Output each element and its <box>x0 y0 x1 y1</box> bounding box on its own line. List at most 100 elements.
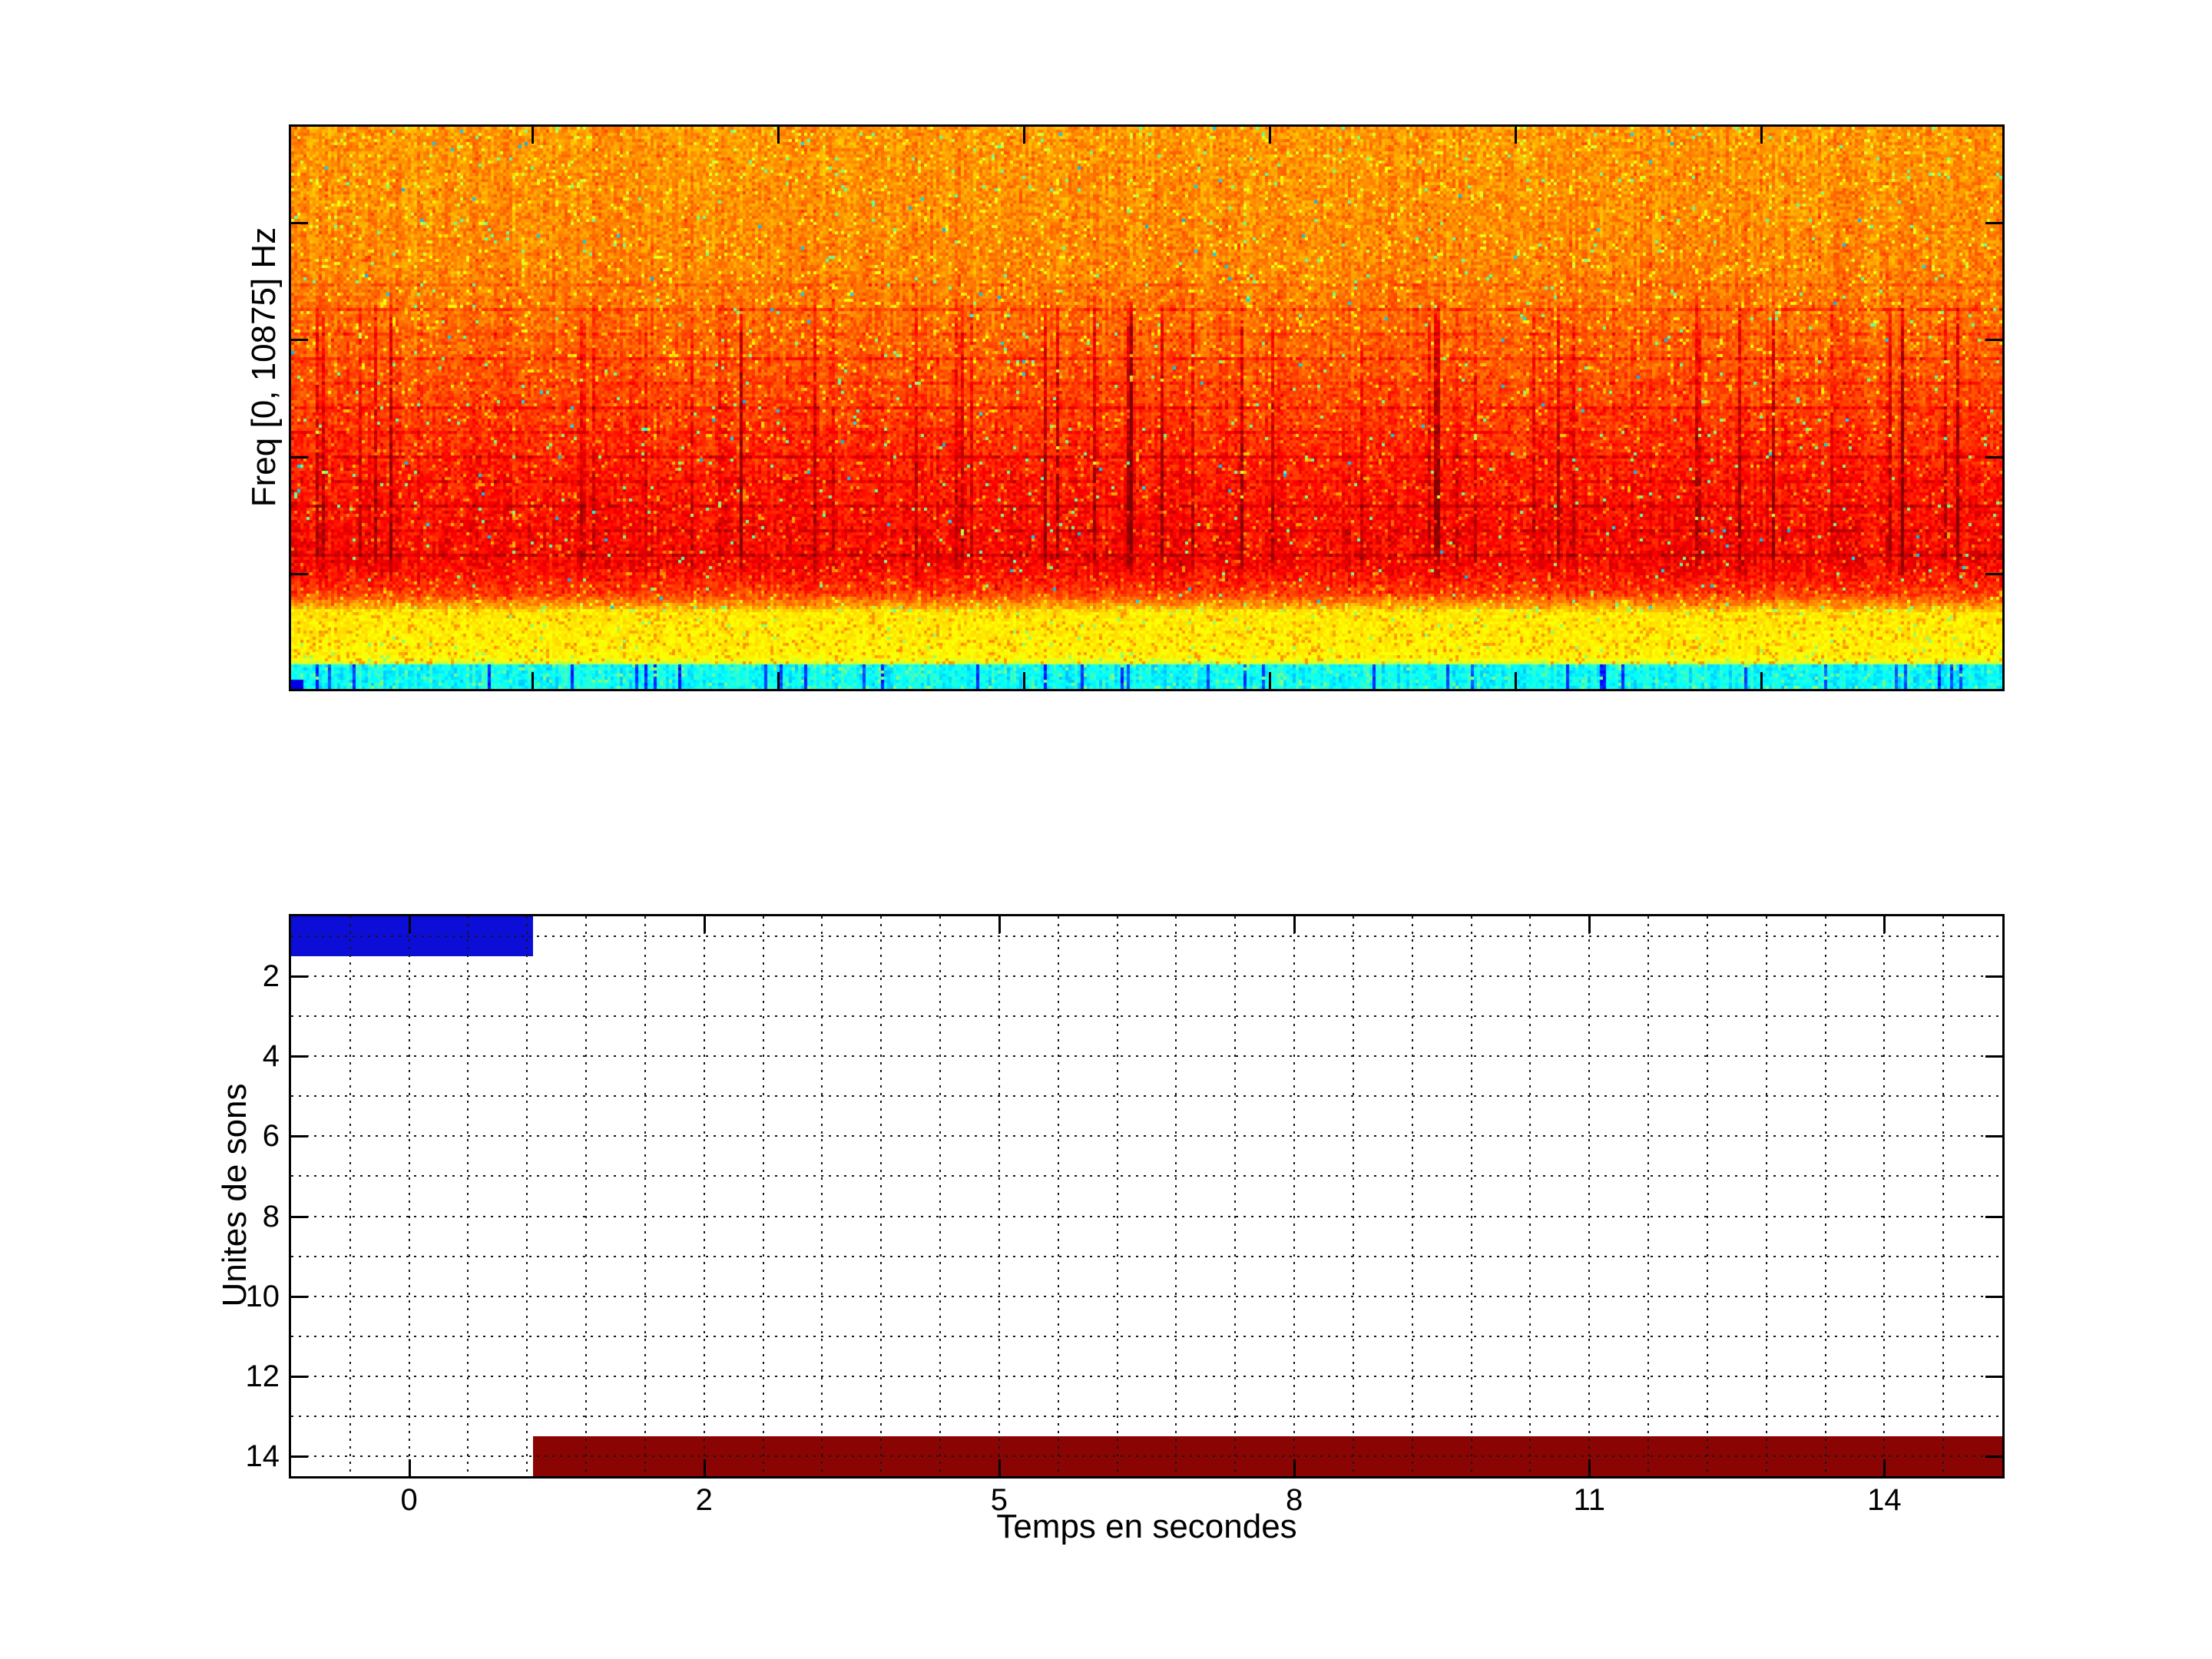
tick-mark <box>1985 1376 2002 1378</box>
tick-mark <box>998 1459 1001 1476</box>
tick-mark <box>291 1455 308 1458</box>
x-tick-label: 8 <box>1285 1483 1303 1517</box>
tick-mark <box>291 1055 308 1058</box>
tick-mark <box>291 456 308 459</box>
tick-mark <box>777 127 780 144</box>
grid-line-horizontal <box>291 1416 2002 1417</box>
tick-mark <box>409 916 411 933</box>
spectrogram-ylabel: Freq [0, 10875] Hz <box>245 227 283 508</box>
grid-line-vertical <box>1234 916 1236 1476</box>
grid-line-vertical <box>1117 916 1118 1476</box>
grid-line-vertical <box>1412 916 1413 1476</box>
x-tick-label: 5 <box>990 1483 1008 1517</box>
y-tick-label: 14 <box>245 1439 280 1473</box>
spectrogram-plot <box>289 124 2005 691</box>
bar-xlabel: Temps en secondes <box>996 1508 1297 1545</box>
tick-mark <box>291 222 308 224</box>
grid-line-vertical <box>467 916 469 1476</box>
grid-line-vertical <box>1766 916 1767 1476</box>
bar-axes-border <box>289 914 2005 1479</box>
tick-mark <box>1588 1459 1591 1476</box>
tick-mark <box>1985 1216 2002 1218</box>
x-tick-label: 11 <box>1573 1483 1605 1517</box>
grid-line-vertical <box>821 916 823 1476</box>
x-tick-label: 2 <box>695 1483 713 1517</box>
grid-line-horizontal <box>291 1256 2002 1257</box>
tick-mark <box>1515 672 1517 689</box>
grid-line-vertical <box>1942 916 1944 1476</box>
tick-mark <box>704 1459 706 1476</box>
matlab-figure: Freq [0, 10875] Hz Unites de sons Temps … <box>0 0 2212 1659</box>
grid-line-horizontal <box>291 1336 2002 1337</box>
tick-mark <box>409 1459 411 1476</box>
y-tick-label: 12 <box>245 1359 280 1393</box>
grid-line-vertical <box>1175 916 1177 1476</box>
grid-line-vertical <box>585 916 587 1476</box>
grid-line-vertical <box>1058 916 1059 1476</box>
grid-line-vertical <box>1647 916 1649 1476</box>
grid-line-horizontal <box>291 975 2002 977</box>
tick-mark <box>1985 456 2002 459</box>
tick-mark <box>1023 672 1025 689</box>
grid-line-vertical <box>939 916 941 1476</box>
tick-mark <box>291 975 308 978</box>
grid-line-horizontal <box>291 1175 2002 1177</box>
tick-mark <box>704 916 706 933</box>
grid-line-horizontal <box>291 1376 2002 1377</box>
tick-mark <box>531 672 534 689</box>
tick-mark <box>1985 1455 2002 1458</box>
tick-mark <box>1985 222 2002 224</box>
tick-mark <box>1985 1135 2002 1137</box>
grid-line-vertical <box>409 916 410 1476</box>
tick-mark <box>291 1376 308 1378</box>
tick-mark <box>1883 1459 1886 1476</box>
grid-line-vertical <box>763 916 764 1476</box>
y-tick-label: 2 <box>262 959 280 994</box>
grid-line-vertical <box>1588 916 1590 1476</box>
grid-line-vertical <box>644 916 646 1476</box>
grid-line-vertical <box>880 916 882 1476</box>
grid-line-vertical <box>1707 916 1708 1476</box>
tick-mark <box>777 672 780 689</box>
grid-line-horizontal <box>291 1135 2002 1137</box>
tick-mark <box>1269 672 1271 689</box>
tick-mark <box>1760 672 1763 689</box>
tick-mark <box>291 1296 308 1298</box>
grid-line-vertical <box>526 916 528 1476</box>
grid-line-vertical <box>1353 916 1354 1476</box>
spectrogram-heatmap <box>291 127 2002 689</box>
grid-line-vertical <box>1529 916 1531 1476</box>
tick-mark <box>291 1135 308 1137</box>
tick-mark <box>1023 127 1025 144</box>
bar-ylabel: Unites de sons <box>216 1083 253 1307</box>
tick-mark <box>1760 127 1763 144</box>
tick-mark <box>1269 127 1271 144</box>
tick-mark <box>291 339 308 341</box>
tick-mark <box>998 916 1001 933</box>
y-tick-label: 10 <box>245 1279 280 1313</box>
tick-mark <box>1985 1296 2002 1298</box>
grid-line-horizontal <box>291 935 2002 937</box>
grid-line-horizontal <box>291 1095 2002 1097</box>
x-tick-label: 14 <box>1867 1483 1902 1517</box>
grid-line-vertical <box>1825 916 1826 1476</box>
y-tick-label: 4 <box>262 1039 280 1074</box>
tick-mark <box>291 1216 308 1218</box>
grid-line-vertical <box>349 916 351 1476</box>
tick-mark <box>1985 339 2002 341</box>
tick-mark <box>1293 916 1296 933</box>
tick-mark <box>1985 573 2002 575</box>
tick-mark <box>531 127 534 144</box>
grid-line-vertical <box>998 916 1000 1476</box>
grid-line-horizontal <box>291 1015 2002 1017</box>
grid-line-vertical <box>1471 916 1472 1476</box>
y-tick-label: 6 <box>262 1119 280 1154</box>
grid-line-horizontal <box>291 1455 2002 1457</box>
tick-mark <box>1883 916 1886 933</box>
tick-mark <box>1985 1055 2002 1058</box>
tick-mark <box>291 573 308 575</box>
tick-mark <box>1985 975 2002 978</box>
sound-units-bar-plot <box>289 914 2005 1479</box>
tick-mark <box>1293 1459 1296 1476</box>
x-tick-label: 0 <box>400 1483 418 1517</box>
